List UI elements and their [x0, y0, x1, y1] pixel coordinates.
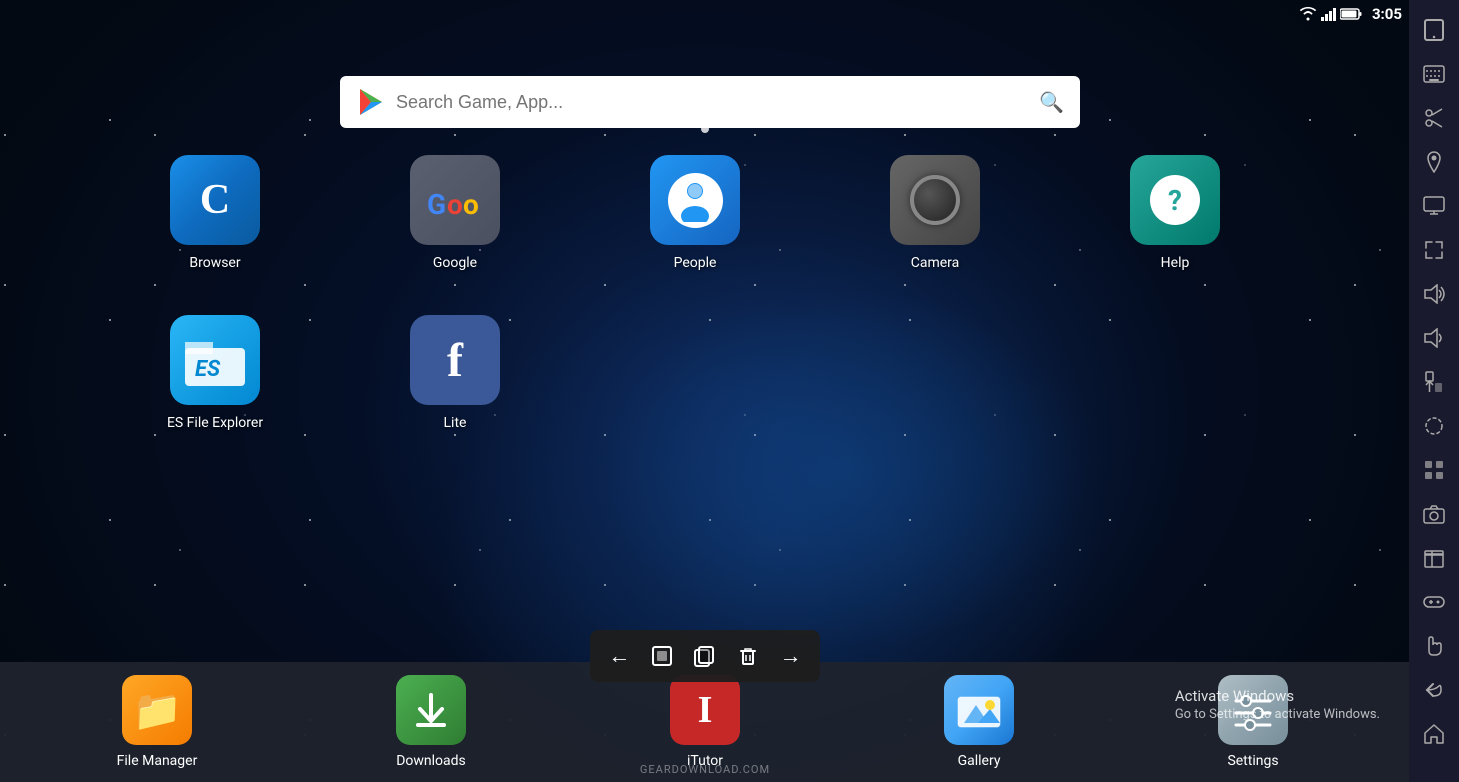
- lite-label: Lite: [444, 415, 467, 431]
- home-button[interactable]: [643, 641, 681, 671]
- sidebar-home-btn[interactable]: [1414, 714, 1454, 754]
- people-label: People: [674, 255, 717, 271]
- app-es-file-explorer[interactable]: ES ES File Explorer: [150, 315, 280, 475]
- taskbar-itutor[interactable]: I iTutor: [645, 675, 765, 769]
- taskbar-downloads[interactable]: Downloads: [371, 675, 491, 769]
- file-manager-icon: 📁: [122, 675, 192, 745]
- people-icon: [650, 155, 740, 245]
- gallery-icon: [944, 675, 1014, 745]
- sidebar-camera2-btn[interactable]: [1414, 494, 1454, 534]
- help-icon: ?: [1130, 155, 1220, 245]
- wifi-icon: [1299, 7, 1317, 21]
- svg-text:e: e: [453, 216, 468, 220]
- signal-icon: [1321, 7, 1336, 21]
- camera-label: Camera: [911, 255, 960, 271]
- sidebar-upload-btn[interactable]: [1414, 362, 1454, 402]
- page-dot-1: [701, 125, 709, 133]
- sidebar-gamepad-btn[interactable]: [1414, 582, 1454, 622]
- search-bar[interactable]: 🔍: [340, 76, 1080, 128]
- forward-button[interactable]: →: [772, 639, 810, 673]
- sidebar-expand-btn[interactable]: [1414, 230, 1454, 270]
- delete-button[interactable]: [729, 641, 767, 671]
- emulator-screen: 3:05 🔍 C Browser G o o: [0, 0, 1410, 782]
- app-google[interactable]: G o o g l e Google: [390, 155, 520, 315]
- sidebar-monitor-btn[interactable]: [1414, 186, 1454, 226]
- itutor-icon: I: [670, 675, 740, 745]
- app-grid: C Browser G o o g l e Google: [150, 155, 1260, 475]
- battery-icon: [1340, 7, 1362, 21]
- google-icon: G o o g l e: [410, 155, 500, 245]
- svg-text:g: g: [427, 216, 443, 220]
- sidebar-volume-down-btn[interactable]: [1414, 318, 1454, 358]
- watermark: GearDownload.com: [640, 763, 770, 776]
- browser-icon: C: [170, 155, 260, 245]
- app-browser[interactable]: C Browser: [150, 155, 280, 315]
- recents-button[interactable]: [686, 641, 724, 671]
- app-lite[interactable]: f Lite: [390, 315, 520, 475]
- app-help[interactable]: ? Help: [1110, 155, 1240, 315]
- sidebar-keyboard-btn[interactable]: [1414, 54, 1454, 94]
- sidebar-hand-btn[interactable]: [1414, 626, 1454, 666]
- svg-text:l: l: [443, 216, 450, 220]
- camera-lens: [910, 175, 960, 225]
- sidebar-package-btn[interactable]: [1414, 538, 1454, 578]
- camera-icon: [890, 155, 980, 245]
- sidebar-grid-btn[interactable]: [1414, 450, 1454, 490]
- page-indicator: [701, 118, 709, 137]
- taskbar-gallery[interactable]: Gallery: [919, 675, 1039, 769]
- file-manager-label: File Manager: [117, 753, 198, 769]
- svg-text:ES: ES: [195, 357, 221, 382]
- right-sidebar: [1409, 0, 1459, 782]
- activate-windows-subtitle: Go to Settings to activate Windows.: [1175, 707, 1380, 722]
- settings-label: Settings: [1227, 753, 1278, 769]
- downloads-label: Downloads: [396, 753, 466, 769]
- google-label: Google: [433, 255, 477, 271]
- fb-icon: f: [410, 315, 500, 405]
- sidebar-location-btn[interactable]: [1414, 142, 1454, 182]
- app-people[interactable]: People: [630, 155, 760, 315]
- gallery-label: Gallery: [958, 753, 1001, 769]
- taskbar-file-manager[interactable]: 📁 File Manager: [97, 675, 217, 769]
- activate-windows-title: Activate Windows: [1175, 687, 1380, 705]
- status-time: 3:05: [1372, 5, 1402, 23]
- browser-label: Browser: [189, 255, 240, 271]
- downloads-icon: [396, 675, 466, 745]
- sidebar-loading-btn[interactable]: [1414, 406, 1454, 446]
- activate-windows-notice: Activate Windows Go to Settings to activ…: [1175, 687, 1380, 722]
- float-toolbar: ← →: [590, 630, 820, 682]
- sidebar-scissors-btn[interactable]: [1414, 98, 1454, 138]
- sidebar-tablet-btn[interactable]: [1414, 10, 1454, 50]
- play-store-logo: [356, 87, 386, 117]
- es-icon: ES: [170, 315, 260, 405]
- back-button[interactable]: ←: [600, 639, 638, 673]
- app-camera[interactable]: Camera: [870, 155, 1000, 315]
- search-input[interactable]: [396, 92, 1039, 113]
- sidebar-back-btn[interactable]: [1414, 670, 1454, 710]
- es-label: ES File Explorer: [167, 415, 263, 431]
- help-label: Help: [1161, 255, 1190, 271]
- status-bar: 3:05: [0, 0, 1410, 28]
- status-bar-icons: 3:05: [1299, 5, 1402, 23]
- sidebar-volume-up-btn[interactable]: [1414, 274, 1454, 314]
- search-icon: 🔍: [1039, 90, 1064, 114]
